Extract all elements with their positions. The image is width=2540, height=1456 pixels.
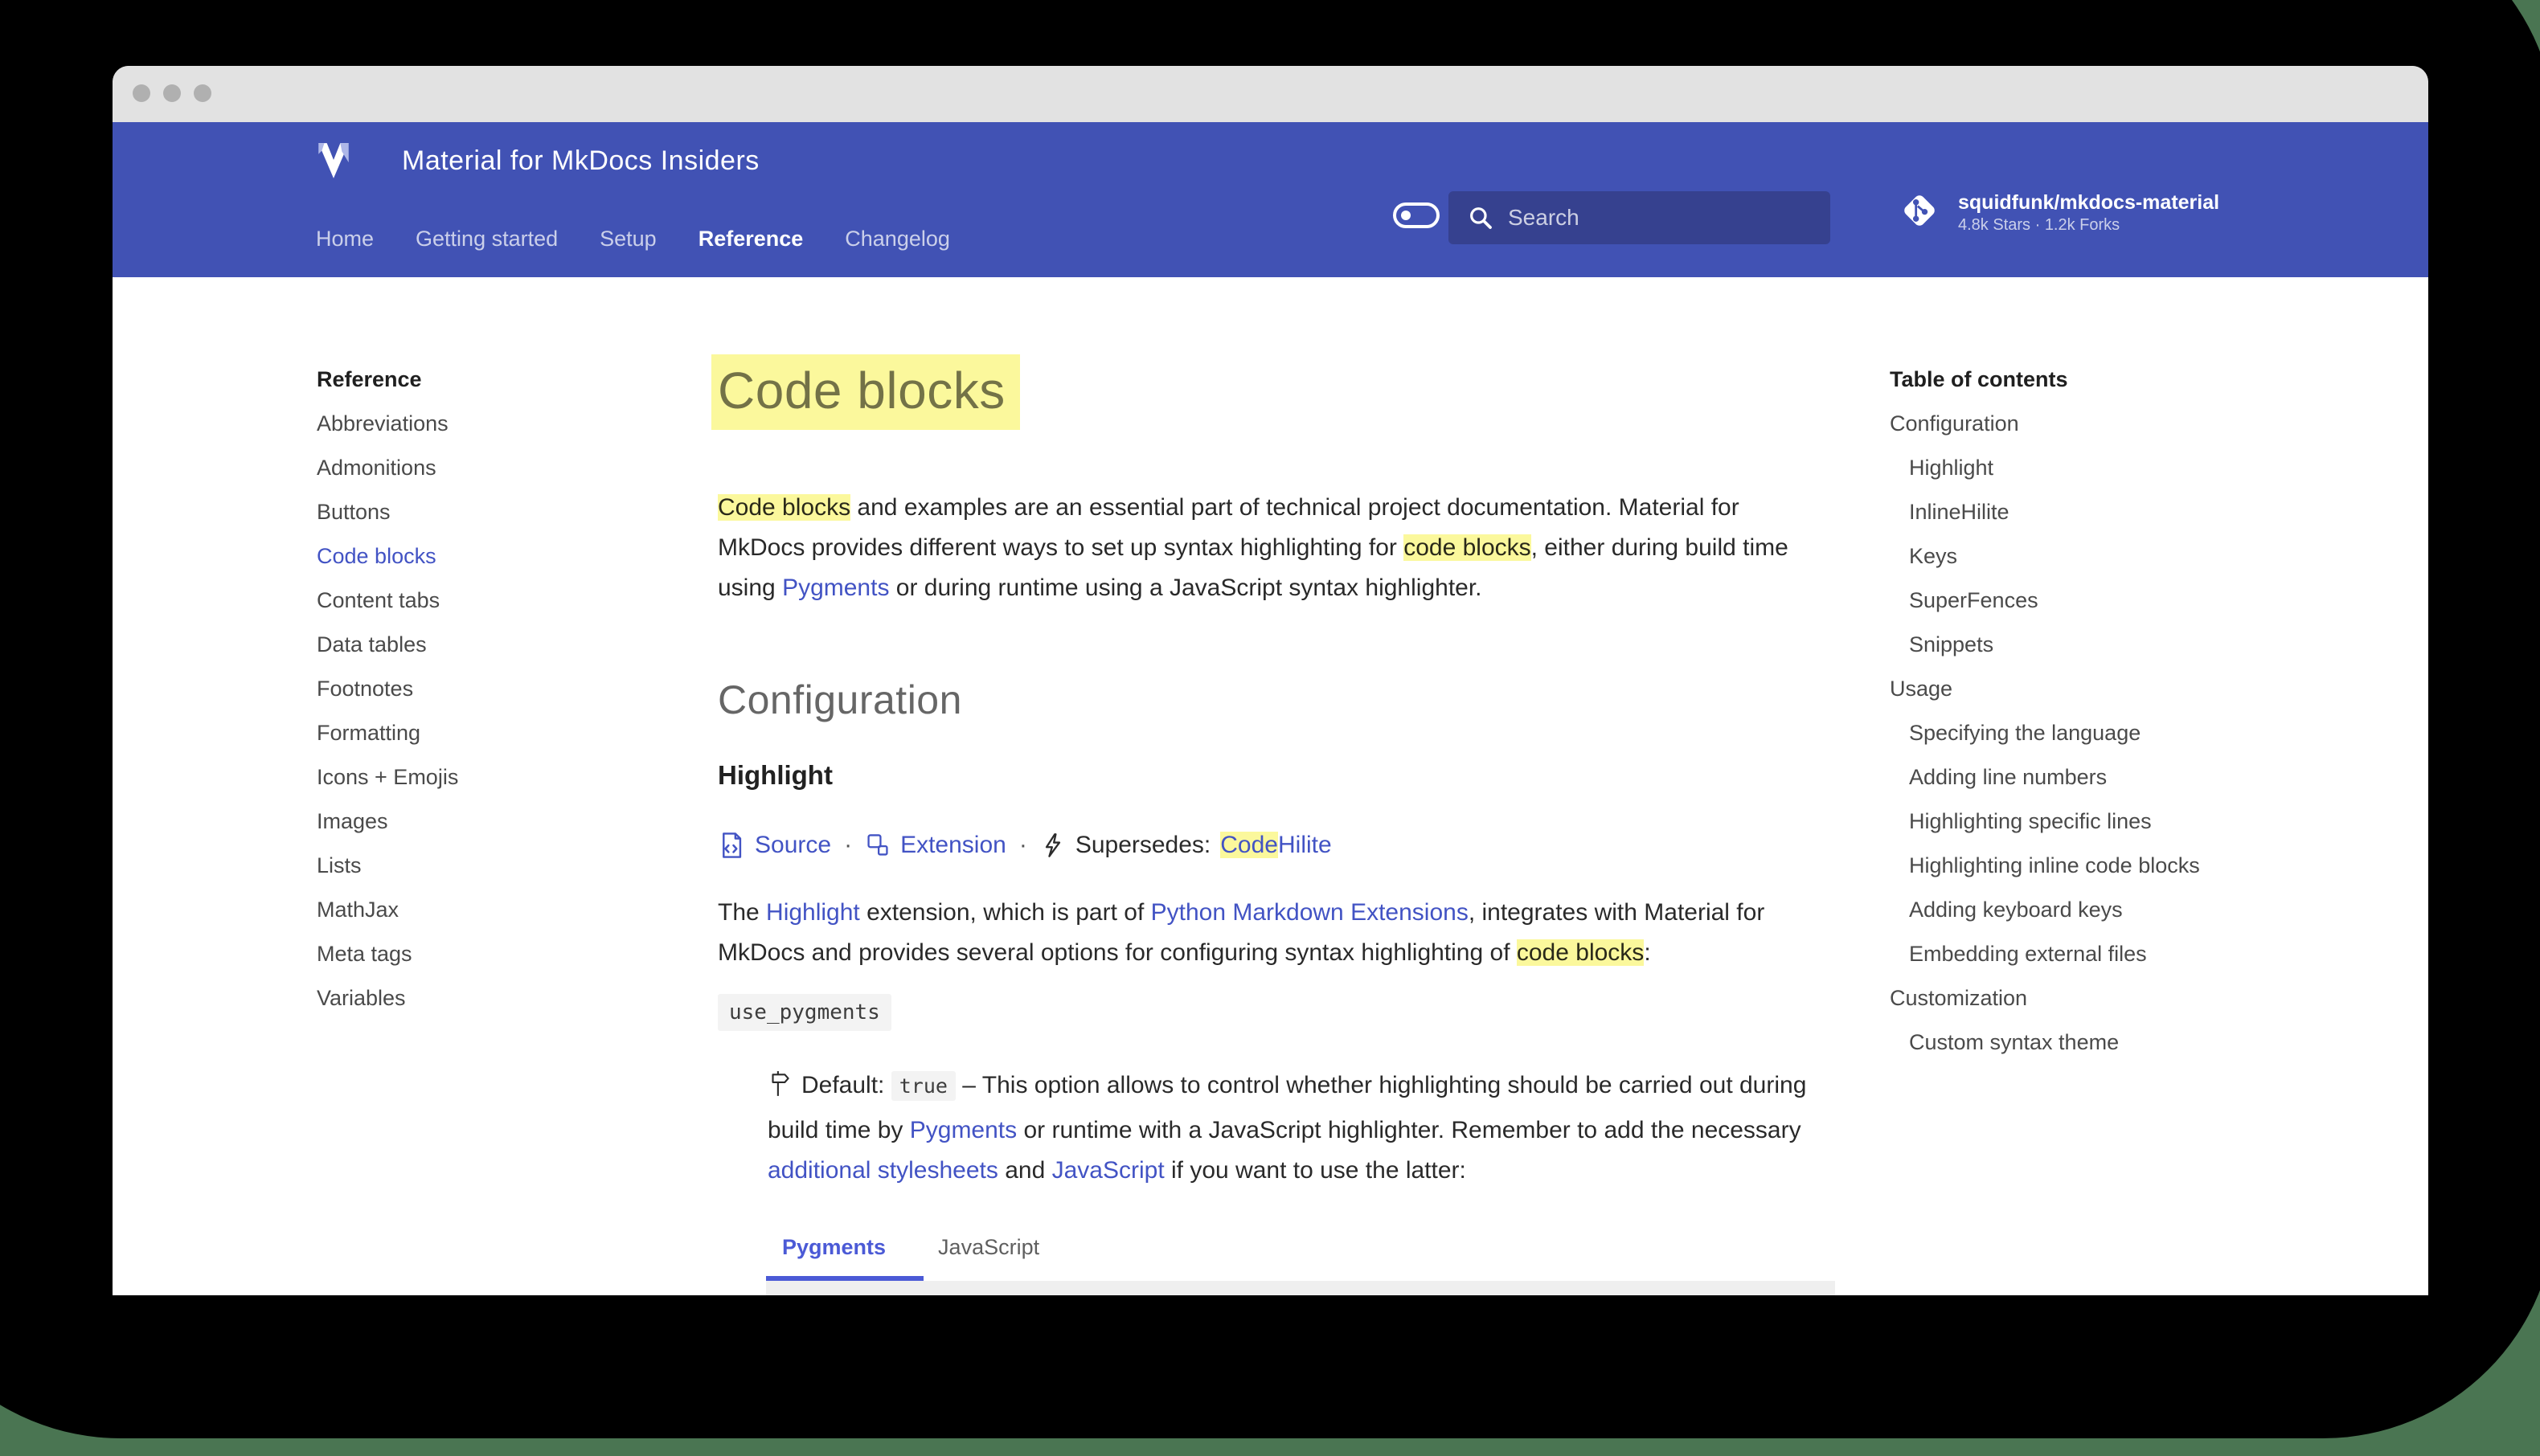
browser-window: Material for MkDocs Insiders Home Getting… xyxy=(113,66,2428,1295)
mkdocs-material-logo-icon[interactable] xyxy=(313,140,354,180)
toc-item-keys[interactable]: Keys xyxy=(1890,534,2388,579)
text-run: if you want to use the latter: xyxy=(1165,1157,1466,1184)
sidebar-item-lists[interactable]: Lists xyxy=(317,844,686,888)
toc-item-snippets[interactable]: Snippets xyxy=(1890,623,2388,667)
source-code-file-icon xyxy=(718,832,745,859)
extension-icon xyxy=(865,832,891,858)
option-name-chip: use_pygments xyxy=(718,994,891,1031)
sidebar-item-content-tabs[interactable]: Content tabs xyxy=(317,579,686,623)
search-highlight: Code xyxy=(1220,832,1278,858)
search-input[interactable] xyxy=(1508,191,1813,244)
text-run: extension, which is part of xyxy=(860,899,1151,926)
text-run: or runtime with a JavaScript highlighter… xyxy=(1017,1117,1801,1143)
toc-item-specifying-the-language[interactable]: Specifying the language xyxy=(1890,711,2388,755)
inline-link-pygments[interactable]: Pygments xyxy=(782,575,889,601)
search-highlight: code blocks xyxy=(1403,534,1530,561)
window-titlebar xyxy=(113,66,2428,122)
meta-separator: · xyxy=(841,832,855,859)
inline-code: true xyxy=(891,1071,956,1101)
extension-meta-line: Source · Extension · Supersedes: CodeHil… xyxy=(718,832,1332,859)
source-link[interactable]: Source xyxy=(755,832,831,859)
supersedes-label: Supersedes: xyxy=(1075,832,1211,859)
meta-separator: · xyxy=(1016,832,1030,859)
window-button-zoom[interactable] xyxy=(194,84,211,102)
toc-item-customization[interactable]: Customization xyxy=(1890,976,2388,1020)
site-header: Material for MkDocs Insiders Home Getting… xyxy=(113,122,2428,277)
option-row: use_pygments xyxy=(718,1000,891,1025)
sidebar-nav: Reference AbbreviationsAdmonitionsButton… xyxy=(317,358,686,1020)
section-heading-configuration: Configuration xyxy=(718,677,962,723)
sidebar-item-mathjax[interactable]: MathJax xyxy=(317,888,686,932)
header-tab-bar: Home Getting started Setup Reference Changel… xyxy=(316,217,950,261)
code-tab-javascript[interactable]: JavaScript xyxy=(938,1235,1039,1260)
table-of-contents: Table of contents ConfigurationHighlight… xyxy=(1890,358,2388,1065)
toc-item-custom-syntax-theme[interactable]: Custom syntax theme xyxy=(1890,1020,2388,1065)
text-run: : xyxy=(1644,939,1650,966)
inline-link-highlight[interactable]: Highlight xyxy=(766,899,860,926)
search-box xyxy=(1448,191,1830,244)
toc-item-embedding-external-files[interactable]: Embedding external files xyxy=(1890,932,2388,976)
sidebar-item-variables[interactable]: Variables xyxy=(317,976,686,1020)
intro-paragraph: Code blocks and examples are an essentia… xyxy=(718,488,1831,608)
header-tab-changelog[interactable]: Changelog xyxy=(845,227,950,252)
toc-item-adding-line-numbers[interactable]: Adding line numbers xyxy=(1890,755,2388,800)
toc-item-highlight[interactable]: Highlight xyxy=(1890,446,2388,490)
text-run: The xyxy=(718,899,766,926)
header-tab-setup[interactable]: Setup xyxy=(600,227,657,252)
code-block-area xyxy=(766,1281,1835,1295)
code-example-tabs: Pygments JavaScript xyxy=(766,1229,1835,1265)
toc-item-adding-keyboard-keys[interactable]: Adding keyboard keys xyxy=(1890,888,2388,932)
sidebar-item-images[interactable]: Images xyxy=(317,800,686,844)
inline-link-pygments[interactable]: Pygments xyxy=(910,1117,1017,1143)
repo-stats: 4.8k Stars · 1.2k Forks xyxy=(1958,215,2219,235)
inline-link-additional-stylesheets[interactable]: additional stylesheets xyxy=(768,1157,998,1184)
sidebar-item-buttons[interactable]: Buttons xyxy=(317,490,686,534)
header-tab-reference[interactable]: Reference xyxy=(698,227,804,252)
sidebar-item-code-blocks[interactable]: Code blocks xyxy=(317,534,686,579)
text-run: and xyxy=(998,1157,1052,1184)
search-highlight: Code blocks xyxy=(718,494,850,521)
toc-title: Table of contents xyxy=(1890,358,2388,402)
page-title: Code blocks xyxy=(711,354,1020,430)
inline-link-javascript[interactable]: JavaScript xyxy=(1052,1157,1165,1184)
window-button-minimize[interactable] xyxy=(163,84,181,102)
sidebar-title: Reference xyxy=(317,358,686,402)
toc-item-inlinehilite[interactable]: InlineHilite xyxy=(1890,490,2388,534)
toc-item-highlighting-specific-lines[interactable]: Highlighting specific lines xyxy=(1890,800,2388,844)
toc-item-highlighting-inline-code-blocks[interactable]: Highlighting inline code blocks xyxy=(1890,844,2388,888)
sidebar-item-footnotes[interactable]: Footnotes xyxy=(317,667,686,711)
highlight-paragraph: The Highlight extension, which is part o… xyxy=(718,893,1831,973)
subsection-heading-highlight: Highlight xyxy=(718,760,833,791)
code-tab-pygments[interactable]: Pygments xyxy=(782,1235,886,1260)
git-repo-icon xyxy=(1899,190,1940,235)
header-tab-home[interactable]: Home xyxy=(316,227,374,252)
toc-item-usage[interactable]: Usage xyxy=(1890,667,2388,711)
repo-link[interactable]: squidfunk/mkdocs-material 4.8k Stars · 1… xyxy=(1899,190,2219,235)
lightning-bolt-icon xyxy=(1040,832,1066,858)
sidebar-item-admonitions[interactable]: Admonitions xyxy=(317,446,686,490)
toc-item-configuration[interactable]: Configuration xyxy=(1890,402,2388,446)
sidebar-item-meta-tags[interactable]: Meta tags xyxy=(317,932,686,976)
repo-name: squidfunk/mkdocs-material xyxy=(1958,190,2219,215)
window-button-close[interactable] xyxy=(133,84,150,102)
option-definition: Default: true – This option allows to co… xyxy=(768,1065,1821,1191)
sidebar-item-abbreviations[interactable]: Abbreviations xyxy=(317,402,686,446)
inline-link-python-markdown-extensions[interactable]: Python Markdown Extensions xyxy=(1151,899,1469,926)
text-run: or during runtime using a JavaScript syn… xyxy=(889,575,1481,601)
page-content: Reference AbbreviationsAdmonitionsButton… xyxy=(113,277,2428,1295)
site-title: Material for MkDocs Insiders xyxy=(402,141,760,180)
theme-toggle-icon[interactable] xyxy=(1393,202,1440,228)
extension-link[interactable]: Extension xyxy=(900,832,1006,859)
signpost-default-icon xyxy=(768,1070,792,1110)
search-icon xyxy=(1468,205,1493,231)
text-run: Default: xyxy=(801,1072,891,1098)
toc-item-superfences[interactable]: SuperFences xyxy=(1890,579,2388,623)
sidebar-item-icons-emojis[interactable]: Icons + Emojis xyxy=(317,755,686,800)
search-highlight: code blocks xyxy=(1517,939,1644,966)
sidebar-item-data-tables[interactable]: Data tables xyxy=(317,623,686,667)
header-tab-getting-started[interactable]: Getting started xyxy=(416,227,558,252)
supersedes-link[interactable]: CodeHilite xyxy=(1220,832,1331,859)
sidebar-item-formatting[interactable]: Formatting xyxy=(317,711,686,755)
